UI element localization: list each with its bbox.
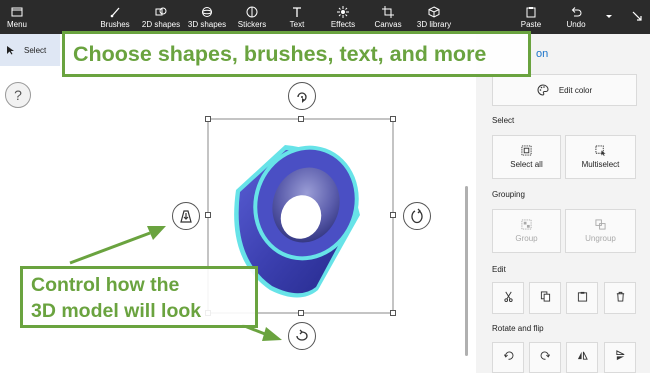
callout-control-3d: Control how the 3D model will look <box>20 266 258 328</box>
rotate-icon <box>297 92 307 103</box>
move-depth-control[interactable] <box>172 202 200 230</box>
callout-top-text: Choose shapes, brushes, text, and more <box>73 41 487 66</box>
select-all-button[interactable]: Select all <box>492 135 561 179</box>
delete-button[interactable] <box>604 282 636 314</box>
group-button[interactable]: Group <box>492 209 561 253</box>
edit-color-button[interactable]: Edit color <box>492 74 637 106</box>
group-label: Group <box>515 234 538 243</box>
flip-horizontal-icon <box>577 351 588 360</box>
select-all-label: Select all <box>510 160 543 169</box>
callout-bottom-line1: Control how the <box>31 274 180 296</box>
copy-icon <box>540 290 550 302</box>
multiselect-label: Multiselect <box>581 160 620 169</box>
rotate-right-icon <box>540 351 550 360</box>
panel-title: on <box>536 48 549 60</box>
flip-vertical-icon <box>615 350 624 361</box>
ungroup-icon <box>595 219 606 230</box>
trash-icon <box>616 291 624 302</box>
rotate-y-icon <box>411 208 423 224</box>
depth-icon <box>180 210 192 223</box>
multiselect-button[interactable]: Multiselect <box>565 135 636 179</box>
rotate-x-icon <box>296 329 308 341</box>
rotate-flip-section-label: Rotate and flip <box>492 324 544 333</box>
ungroup-button[interactable]: Ungroup <box>565 209 636 253</box>
rotate-y-control[interactable] <box>403 202 431 230</box>
copy-button[interactable] <box>529 282 561 314</box>
select-section-label: Select <box>492 116 515 125</box>
paste-panel-button[interactable] <box>566 282 598 314</box>
rotate-left-button[interactable] <box>492 342 524 373</box>
multiselect-icon <box>595 145 606 156</box>
cut-button[interactable] <box>492 282 524 314</box>
paste-icon <box>577 291 587 302</box>
rotate-x-control[interactable] <box>288 322 316 350</box>
edit-section-label: Edit <box>492 265 506 274</box>
rotate-z-control[interactable] <box>288 82 316 110</box>
edit-color-label: Edit color <box>558 85 593 95</box>
group-icon <box>521 219 532 230</box>
grouping-section-label: Grouping <box>492 190 525 199</box>
flip-horizontal-button[interactable] <box>566 342 598 373</box>
cut-icon <box>503 291 513 302</box>
callout-bottom-line2: 3D model will look <box>31 300 202 322</box>
callout-choose-shapes: Choose shapes, brushes, text, and more <box>62 31 531 77</box>
flip-vertical-button[interactable] <box>604 342 636 373</box>
palette-icon <box>537 84 549 96</box>
rotate-right-button[interactable] <box>529 342 561 373</box>
rotate-left-icon <box>503 351 513 360</box>
ungroup-label: Ungroup <box>585 234 616 243</box>
select-all-icon <box>521 145 532 156</box>
